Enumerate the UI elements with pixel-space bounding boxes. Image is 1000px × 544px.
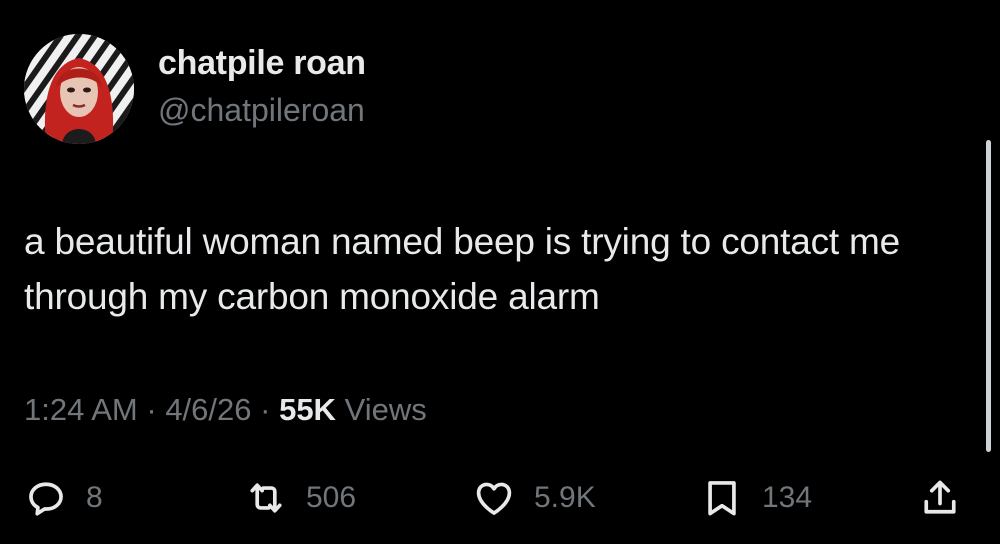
repost-count: 506 — [306, 481, 357, 514]
repost-button[interactable]: 506 — [244, 476, 356, 520]
like-icon — [476, 482, 512, 515]
like-count: 5.9K — [534, 481, 596, 514]
avatar[interactable] — [24, 34, 134, 144]
scrollbar[interactable] — [986, 140, 991, 452]
tweet-text: a beautiful woman named beep is trying t… — [24, 221, 901, 317]
tweet-time[interactable]: 1:24 AM — [24, 392, 138, 427]
action-bar: 8 506 5.9K 134 — [0, 470, 1000, 530]
like-button[interactable]: 5.9K — [472, 476, 596, 520]
share-icon — [924, 480, 956, 514]
author-display-name[interactable]: chatpile roan — [158, 44, 366, 83]
meta-separator: · — [260, 392, 280, 427]
tweet-date[interactable]: 4/6/26 — [165, 392, 251, 427]
bookmark-button[interactable]: 134 — [700, 476, 812, 520]
views-label: Views — [344, 392, 427, 427]
views-count[interactable]: 55K — [279, 392, 336, 427]
reply-button[interactable]: 8 — [24, 476, 103, 520]
reply-icon — [29, 482, 63, 516]
meta-separator: · — [146, 392, 166, 427]
repost-icon — [250, 483, 282, 513]
author-handle[interactable]: @chatpileroan — [158, 92, 365, 129]
share-button[interactable] — [918, 476, 962, 520]
reply-count: 8 — [86, 481, 103, 514]
bookmark-count: 134 — [762, 481, 813, 514]
bookmark-icon — [708, 481, 736, 516]
tweet-meta: 1:24 AM · 4/6/26 · 55K Views — [24, 392, 427, 428]
